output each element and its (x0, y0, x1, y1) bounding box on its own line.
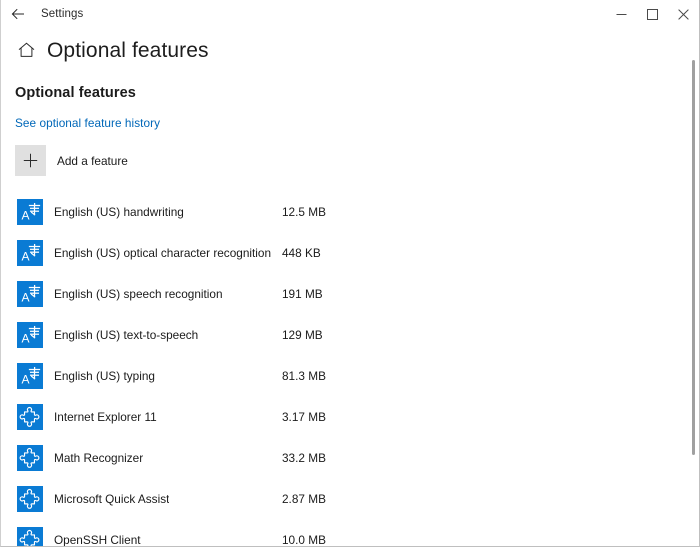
language-icon: A (17, 281, 43, 307)
page-title: Optional features (47, 40, 209, 61)
feature-name: Microsoft Quick Assist (54, 492, 169, 506)
puzzle-icon (17, 445, 43, 471)
plus-icon (15, 145, 46, 176)
svg-text:A: A (22, 208, 30, 222)
feature-name: English (US) typing (54, 369, 155, 383)
feature-row[interactable]: Microsoft Quick Assist 2.87 MB (1, 478, 699, 519)
close-button[interactable] (668, 0, 699, 28)
minimize-button[interactable] (606, 0, 637, 28)
window-title: Settings (41, 8, 83, 20)
svg-text:A: A (22, 331, 30, 345)
feature-row[interactable]: A English (US) speech recognition 191 MB (1, 273, 699, 314)
feature-row[interactable]: A English (US) handwriting 12.5 MB (1, 191, 699, 232)
scrollbar-thumb[interactable] (692, 60, 695, 455)
vertical-scrollbar[interactable] (690, 28, 698, 546)
settings-window: Settings (0, 0, 700, 547)
feature-name: Math Recognizer (54, 451, 143, 465)
feature-name: OpenSSH Client (54, 533, 141, 547)
language-icon: A (17, 199, 43, 225)
feature-row[interactable]: A English (US) typing 81.3 MB (1, 355, 699, 396)
feature-row[interactable]: A English (US) optical character recognit… (1, 232, 699, 273)
feature-size: 10.0 MB (282, 533, 326, 547)
feature-name: English (US) text-to-speech (54, 328, 198, 342)
feature-name: English (US) optical character recogniti… (54, 246, 271, 260)
puzzle-icon (17, 527, 43, 547)
window-controls (606, 0, 699, 28)
feature-size: 129 MB (282, 328, 323, 342)
feature-size: 33.2 MB (282, 451, 326, 465)
feature-name: English (US) speech recognition (54, 287, 223, 301)
home-icon[interactable] (15, 39, 37, 61)
feature-name: English (US) handwriting (54, 205, 184, 219)
feature-size: 448 KB (282, 246, 321, 260)
add-a-feature-label: Add a feature (57, 154, 128, 168)
feature-row[interactable]: Math Recognizer 33.2 MB (1, 437, 699, 478)
title-bar: Settings (1, 0, 699, 28)
feature-name: Internet Explorer 11 (54, 410, 157, 424)
optional-features-list: A English (US) handwriting 12.5 MB A English… (1, 191, 699, 546)
feature-size: 81.3 MB (282, 369, 326, 383)
svg-text:A: A (22, 290, 30, 304)
feature-size: 12.5 MB (282, 205, 326, 219)
svg-text:A: A (22, 249, 30, 263)
feature-size: 3.17 MB (282, 410, 326, 424)
feature-row[interactable]: Internet Explorer 11 3.17 MB (1, 396, 699, 437)
language-icon: A (17, 240, 43, 266)
add-a-feature-button[interactable]: Add a feature (15, 145, 128, 176)
language-icon: A (17, 322, 43, 348)
page-header: Optional features (15, 34, 209, 66)
content-area: Optional features See optional feature h… (1, 80, 699, 546)
svg-text:A: A (22, 372, 30, 386)
back-button[interactable] (1, 0, 35, 28)
feature-size: 2.87 MB (282, 492, 326, 506)
feature-size: 191 MB (282, 287, 323, 301)
language-icon: A (17, 363, 43, 389)
see-optional-feature-history-link[interactable]: See optional feature history (15, 116, 160, 130)
puzzle-icon (17, 404, 43, 430)
feature-row[interactable]: A English (US) text-to-speech 129 MB (1, 314, 699, 355)
puzzle-icon (17, 486, 43, 512)
feature-row[interactable]: OpenSSH Client 10.0 MB (1, 519, 699, 546)
maximize-button[interactable] (637, 0, 668, 28)
section-title: Optional features (15, 85, 136, 101)
